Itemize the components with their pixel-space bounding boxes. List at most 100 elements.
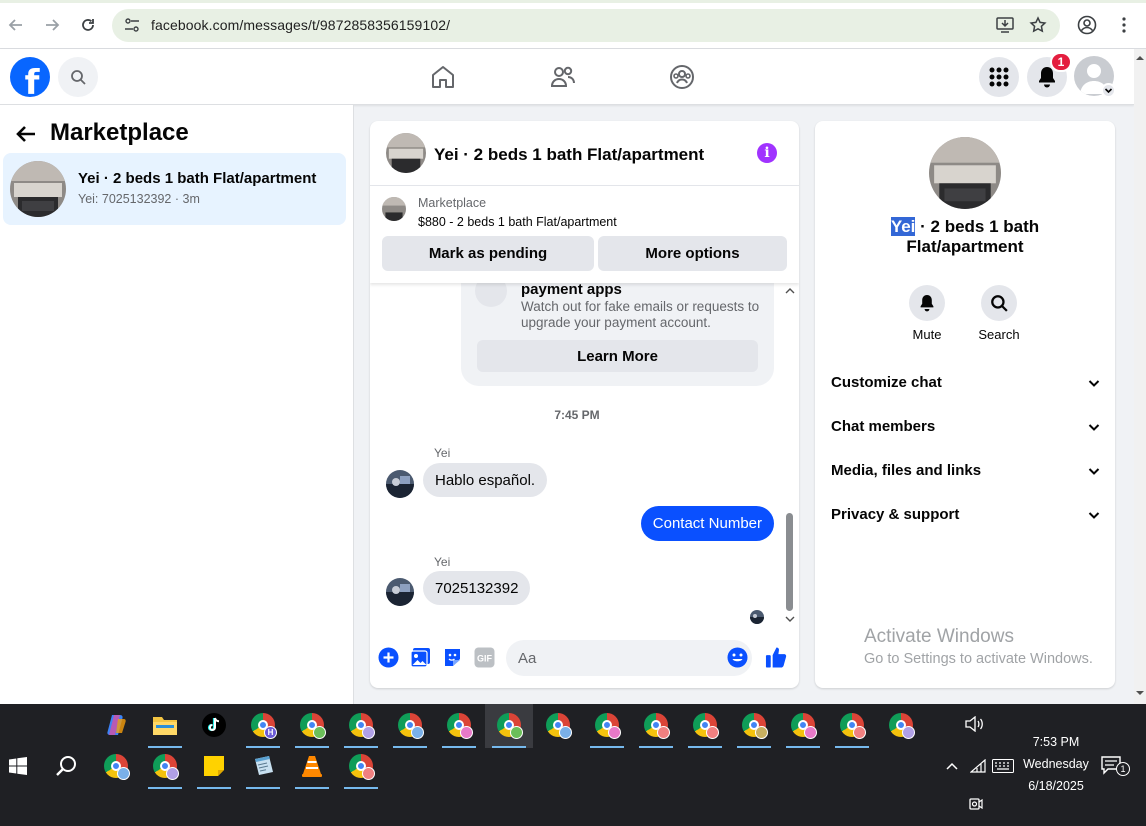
scrollbar-thumb[interactable]: [786, 513, 793, 611]
clock-day[interactable]: Wednesday: [1020, 757, 1092, 771]
search-icon: [56, 756, 76, 776]
copilot-app[interactable]: [98, 707, 134, 743]
scroll-down-icon: [1136, 691, 1144, 695]
clock-time[interactable]: 7:53 PM: [1020, 735, 1092, 749]
chrome-pinned-3[interactable]: [343, 748, 379, 784]
profile-badge: [510, 726, 523, 739]
chrome-window-1[interactable]: H: [245, 707, 281, 743]
section-customize-chat[interactable]: Customize chat: [831, 374, 1101, 398]
start-button[interactable]: [0, 748, 36, 784]
address-bar[interactable]: facebook.com/messages/t/9872858356159102…: [112, 9, 1060, 42]
nav-groups[interactable]: [668, 63, 696, 91]
nav-home[interactable]: [429, 63, 457, 91]
chrome-window-3[interactable]: [343, 707, 379, 743]
chrome-window-11[interactable]: [736, 707, 772, 743]
tiktok-icon: [202, 713, 226, 737]
notification-center-button[interactable]: 1: [1094, 748, 1130, 784]
site-settings-icon[interactable]: [124, 17, 140, 33]
sender-avatar[interactable]: [386, 578, 414, 606]
page-scrollbar[interactable]: [1134, 49, 1146, 704]
sticker-button[interactable]: [441, 646, 463, 668]
running-indicator: [590, 746, 624, 748]
profile-badge: [804, 726, 817, 739]
title-rest: · 2 beds 1 bath Flat/apartment: [906, 217, 1040, 256]
chrome-window-2[interactable]: [294, 707, 330, 743]
profile-badge: [755, 726, 768, 739]
reload-button[interactable]: [77, 14, 99, 36]
mute-button[interactable]: [909, 285, 945, 321]
tiktok-app[interactable]: [196, 707, 232, 743]
listing-price[interactable]: $880 - 2 beds 1 bath Flat/apartment: [418, 215, 617, 229]
install-app-button[interactable]: [995, 15, 1015, 35]
info-icon[interactable]: i: [757, 143, 777, 163]
chrome-window-8[interactable]: [589, 707, 625, 743]
file-explorer-app[interactable]: [147, 707, 183, 743]
account-chevron[interactable]: [1101, 83, 1116, 98]
windows-icon: [9, 757, 27, 775]
chat-title[interactable]: Yei · 2 beds 1 bath Flat/apartment: [434, 145, 704, 165]
message-bubble-incoming[interactable]: 7025132392: [423, 571, 531, 605]
message-scrollbar[interactable]: [784, 283, 795, 628]
conversation-list-panel: Marketplace Yei · 2 beds 1 bath Flat/apa…: [0, 105, 354, 704]
nav-friends[interactable]: [549, 63, 577, 91]
message-input[interactable]: [506, 640, 752, 676]
sender-avatar[interactable]: [386, 470, 414, 498]
section-chat-members[interactable]: Chat members: [831, 418, 1101, 442]
chevron-down-icon: [1088, 468, 1100, 475]
message-bubble-outgoing[interactable]: Contact Number: [640, 506, 774, 541]
chrome-window-10[interactable]: [687, 707, 723, 743]
search-in-chat-button[interactable]: [981, 285, 1017, 321]
emoji-button[interactable]: [726, 646, 748, 668]
safety-icon: [475, 283, 507, 307]
conversation-item[interactable]: Yei · 2 beds 1 bath Flat/apartment Yei: …: [3, 153, 346, 225]
forward-button[interactable]: [41, 14, 63, 36]
chrome-window-4[interactable]: [392, 707, 428, 743]
chrome-pinned-1[interactable]: [98, 748, 134, 784]
svg-text:GIF: GIF: [477, 653, 493, 663]
more-options-button[interactable]: More options: [598, 236, 787, 271]
chrome-window-5[interactable]: [441, 707, 477, 743]
chrome-window-7[interactable]: [540, 707, 576, 743]
facebook-logo[interactable]: f: [10, 57, 50, 97]
chat-thumbnail[interactable]: [386, 133, 426, 173]
chrome-window-13[interactable]: [834, 707, 870, 743]
send-like-button[interactable]: [765, 646, 787, 668]
more-actions-button[interactable]: [377, 646, 399, 668]
chrome-window-14[interactable]: [883, 707, 919, 743]
mark-as-pending-button[interactable]: Mark as pending: [382, 236, 594, 271]
profile-button[interactable]: [1077, 15, 1097, 35]
back-to-marketplace-button[interactable]: [14, 122, 38, 146]
browser-menu-button[interactable]: [1114, 15, 1134, 35]
bookmark-button[interactable]: [1028, 15, 1048, 35]
profile-badge: [117, 767, 130, 780]
running-indicator: [246, 787, 280, 789]
clock-date[interactable]: 6/18/2025: [1020, 779, 1092, 793]
notepad-app[interactable]: [245, 748, 281, 784]
listing-thumbnail[interactable]: [382, 197, 406, 221]
details-thumbnail[interactable]: [929, 137, 1001, 209]
search-taskbar-button[interactable]: [48, 748, 84, 784]
keyboard-button[interactable]: [985, 748, 1021, 784]
gif-button[interactable]: GIF: [473, 646, 495, 668]
sticky-note-icon: [204, 756, 224, 776]
attach-photo-button[interactable]: [409, 646, 431, 668]
search-button[interactable]: [58, 57, 98, 97]
volume-button[interactable]: [957, 706, 993, 742]
vlc-app[interactable]: [294, 748, 330, 784]
sticky-notes-app[interactable]: [196, 748, 232, 784]
chrome-window-9[interactable]: [638, 707, 674, 743]
section-privacy-support[interactable]: Privacy & support: [831, 506, 1101, 530]
message-bubble-incoming[interactable]: Hablo español.: [423, 463, 548, 497]
profile-badge: H: [264, 726, 277, 739]
chevron-up-icon: [946, 762, 958, 770]
kebab-menu-icon: [1122, 17, 1126, 33]
meet-now-button[interactable]: [958, 786, 994, 822]
chrome-pinned-2[interactable]: [147, 748, 183, 784]
learn-more-button[interactable]: Learn More: [477, 340, 758, 372]
section-media-files-links[interactable]: Media, files and links: [831, 462, 1101, 486]
back-button[interactable]: [5, 14, 27, 36]
chrome-window-12[interactable]: [785, 707, 821, 743]
menu-button[interactable]: [979, 57, 1019, 97]
running-indicator: [492, 746, 526, 748]
chrome-window-6[interactable]: [491, 707, 527, 743]
